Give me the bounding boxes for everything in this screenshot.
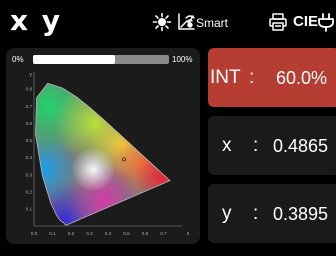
x-tick-label: 0.6 <box>142 231 149 236</box>
x-colon: : <box>253 135 259 156</box>
x-tick-label: 0.0 <box>31 231 38 236</box>
page-title: x y <box>10 4 63 37</box>
y-tick-label: 0.7 <box>26 104 33 109</box>
white-point-glow <box>71 147 116 192</box>
y-tick-label: 0.3 <box>26 172 33 177</box>
x-label: x <box>222 135 232 156</box>
progress-max-label: 100% <box>172 55 193 64</box>
y-tick-label: 0.8 <box>26 87 33 92</box>
printer-icon[interactable] <box>268 12 288 32</box>
x-tick-label: 0.7 <box>160 231 167 236</box>
x-coordinate-display: x : 0.4865 <box>208 116 336 175</box>
x-axis-label: x <box>187 231 190 237</box>
y-tick-label: 0.1 <box>26 206 33 211</box>
cie-label[interactable]: CIE <box>293 13 318 31</box>
intensity-progress-bar[interactable] <box>33 55 169 64</box>
x-tick-label: 0.3 <box>86 231 93 236</box>
progress-min-label: 0% <box>12 55 24 64</box>
x-tick-label: 0.4 <box>105 231 112 236</box>
x-tick-label: 0.2 <box>68 231 75 236</box>
y-tick-label: 0.2 <box>26 189 33 194</box>
int-colon: : <box>249 67 255 88</box>
int-label: INT <box>210 67 241 88</box>
y-axis-label: y <box>30 72 33 78</box>
plug-icon[interactable] <box>316 12 336 32</box>
sun-settings-icon[interactable] <box>152 12 172 32</box>
int-value: 60.0% <box>276 68 328 88</box>
x-tick-label: 0.5 <box>123 231 130 236</box>
y-coordinate-display: y : 0.3895 <box>208 184 336 243</box>
smart-label[interactable]: Smart <box>196 16 228 30</box>
cie-chromaticity-chart: 0.0 0.1 0.2 0.3 0.4 0.5 0.6 0.7 x 0.1 0.2 0.3 0.4 0.5… <box>26 72 190 237</box>
progress-fill <box>33 55 115 64</box>
x-value: 0.4865 <box>273 136 329 156</box>
y-label: y <box>222 203 232 224</box>
y-value: 0.3895 <box>273 204 329 224</box>
header: x y Smart CIE <box>0 0 336 44</box>
y-colon: : <box>253 203 259 224</box>
x-tick-label: 0.1 <box>49 231 56 236</box>
y-tick-label: 0.5 <box>26 138 33 143</box>
y-tick-label: 0.4 <box>26 155 33 160</box>
y-tick-label: 0.6 <box>26 121 33 126</box>
intensity-display: INT : 60.0% <box>208 48 336 107</box>
